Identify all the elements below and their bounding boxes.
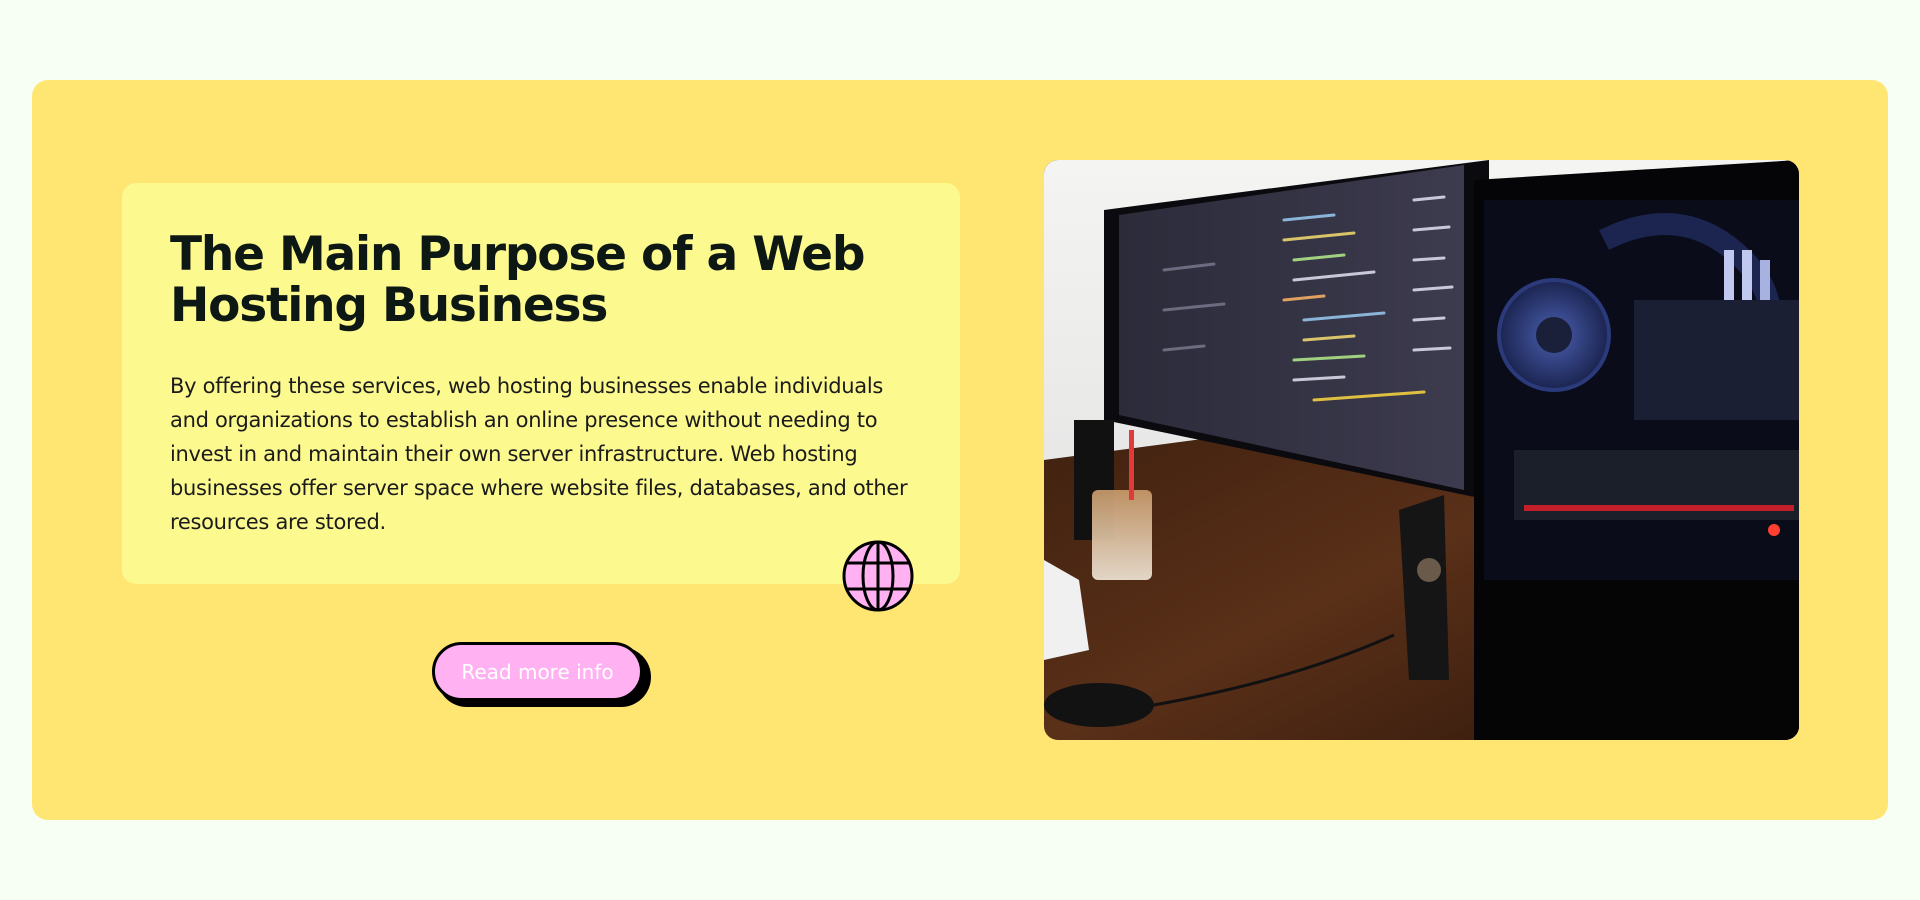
page-title: The Main Purpose of a Web Hosting Busine… — [170, 227, 865, 333]
hero-section: The Main Purpose of a Web Hosting Busine… — [32, 80, 1888, 820]
hero-description: By offering these services, web hosting … — [170, 374, 908, 534]
desk-setup-photo — [1044, 160, 1799, 740]
content-card: The Main Purpose of a Web Hosting Busine… — [122, 183, 960, 584]
read-more-button[interactable]: Read more info — [432, 642, 643, 701]
globe-icon — [841, 539, 915, 613]
